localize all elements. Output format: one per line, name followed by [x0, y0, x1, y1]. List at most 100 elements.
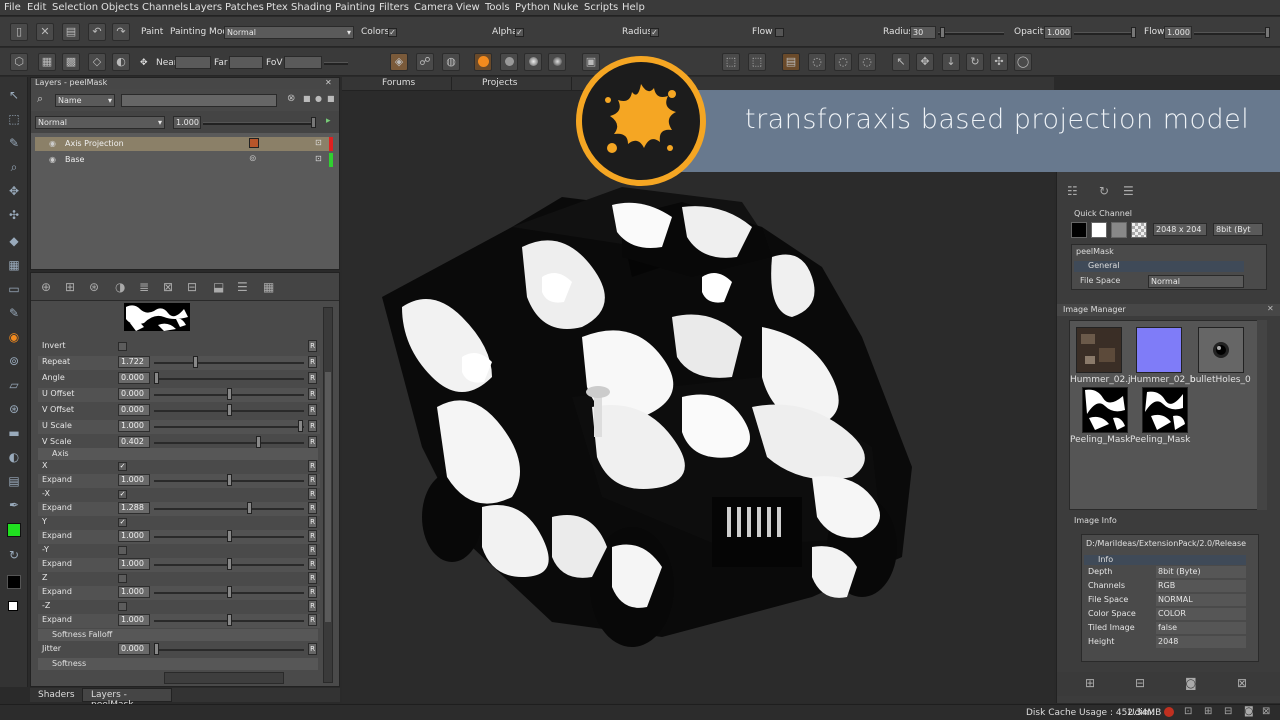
fov-field[interactable]	[284, 56, 322, 69]
status-icon[interactable]: ⊡	[1184, 706, 1192, 717]
property-slider-knob[interactable]	[246, 502, 252, 514]
property-slider-track[interactable]	[154, 362, 304, 364]
menu-item-filters[interactable]: Filters	[379, 2, 409, 13]
image-thumbnail[interactable]	[1136, 327, 1182, 373]
dodge-tool-icon[interactable]: ◐	[6, 449, 22, 465]
eye-icon[interactable]: ◉	[49, 139, 56, 148]
select-tool-icon[interactable]: ↖	[6, 87, 22, 103]
menu-item-ptex[interactable]: Ptex	[266, 2, 288, 13]
pointer-icon[interactable]: ↖	[892, 53, 910, 71]
axis-section-header[interactable]: Axis	[38, 448, 318, 460]
softness-falloff-section-header[interactable]: Softness Falloff	[38, 629, 318, 641]
tab-forums[interactable]: Forums	[342, 77, 452, 91]
smudge-tool-icon[interactable]: ⊛	[6, 401, 22, 417]
property-slider-knob[interactable]	[297, 420, 303, 432]
menu-item-camera[interactable]: Camera	[414, 2, 453, 13]
image-thumbnail[interactable]	[1082, 387, 1128, 433]
move-tool-icon[interactable]: ✥	[6, 183, 22, 199]
reset-button[interactable]: R	[308, 372, 317, 384]
radius-field[interactable]: 30	[910, 26, 936, 39]
tab-shaders[interactable]: Shaders	[38, 690, 75, 700]
opacity-slider-knob[interactable]	[1131, 27, 1136, 38]
property-checkbox[interactable]: ✓	[118, 518, 127, 527]
down-arrow-icon[interactable]: ↓	[942, 53, 960, 71]
select-patches-icon[interactable]: ⬚	[722, 53, 740, 71]
camera-icon[interactable]: ◐	[112, 53, 130, 71]
add-layer-icon[interactable]: ⊕	[41, 280, 51, 294]
select-faces-icon[interactable]: ⬚	[748, 53, 766, 71]
reset-button[interactable]: R	[308, 388, 317, 400]
redo-icon[interactable]: ↷	[112, 23, 130, 41]
grey-channel-swatch[interactable]	[1111, 222, 1127, 238]
property-slider-knob[interactable]	[193, 356, 199, 368]
property-checkbox[interactable]	[118, 574, 127, 583]
refresh-icon[interactable]: ↻	[1099, 184, 1109, 198]
shading-flat-icon[interactable]	[500, 53, 518, 71]
flow-slider[interactable]	[1194, 32, 1268, 35]
layer-row[interactable]: ◉ Axis Projection ⊡	[35, 137, 333, 151]
property-checkbox[interactable]	[118, 602, 127, 611]
channel-size-select[interactable]: 2048 x 204	[1153, 223, 1207, 236]
grid-tool-icon[interactable]: ▦	[6, 257, 22, 273]
property-checkbox[interactable]: ✓	[118, 462, 127, 471]
add-mask-icon[interactable]: ⊠	[163, 280, 173, 294]
new-icon[interactable]: ▯	[10, 23, 28, 41]
property-value-field[interactable]: 1.000	[118, 474, 150, 486]
paint-tool-icon[interactable]: ◉	[6, 329, 22, 345]
shading-lit-icon[interactable]	[524, 53, 542, 71]
image-thumbnail[interactable]	[1142, 387, 1188, 433]
background-color-swatch[interactable]	[7, 575, 21, 589]
reset-button[interactable]: R	[308, 356, 317, 368]
property-value-field[interactable]: 1.000	[118, 420, 150, 432]
show-icon[interactable]: ◌	[834, 53, 852, 71]
menu-item-objects[interactable]: Objects	[101, 2, 139, 13]
property-slider-knob[interactable]	[226, 614, 232, 626]
pin-tool-icon[interactable]: ✎	[6, 305, 22, 321]
reset-button[interactable]: R	[308, 474, 317, 486]
blur-tool-icon[interactable]: ▬	[6, 425, 22, 441]
flatten-icon[interactable]: ⬓	[213, 280, 224, 294]
hide-icon[interactable]: ◌	[808, 53, 826, 71]
menu-item-python[interactable]: Python	[515, 2, 550, 13]
scrollbar-thumb[interactable]	[325, 372, 331, 622]
colors-checkbox[interactable]: ✓	[388, 28, 397, 37]
property-value-field[interactable]: 0.402	[118, 436, 150, 448]
softness-section-header[interactable]: Softness	[38, 658, 318, 670]
white-channel-swatch[interactable]	[1091, 222, 1107, 238]
lock-icon[interactable]: ■	[327, 94, 335, 103]
layer-search-input[interactable]	[121, 94, 277, 107]
foreground-color-swatch[interactable]	[7, 523, 21, 537]
swap-colors-icon[interactable]: ↻	[6, 547, 22, 563]
far-field[interactable]	[229, 56, 263, 69]
apply-icon[interactable]: ▸	[326, 116, 331, 126]
lock-icon[interactable]: ⊡	[315, 138, 322, 147]
menu-item-file[interactable]: File	[4, 2, 21, 13]
reset-button[interactable]: R	[308, 544, 317, 556]
radius-slider[interactable]	[938, 32, 1004, 35]
zoom-tool-icon[interactable]: ⌕	[6, 159, 22, 175]
fill-tool-icon[interactable]: ◆	[6, 233, 22, 249]
property-value-field[interactable]: 1.000	[118, 614, 150, 626]
menu-item-painting[interactable]: Painting	[335, 2, 375, 13]
select-objects-icon[interactable]: ▤	[782, 53, 800, 71]
tab-projects[interactable]: Projects	[452, 77, 572, 91]
list-icon[interactable]: ☰	[237, 280, 248, 294]
reset-button[interactable]: R	[308, 558, 317, 570]
flow-checkbox[interactable]	[775, 28, 784, 37]
property-checkbox[interactable]	[118, 546, 127, 555]
reset-button[interactable]: R	[308, 460, 317, 472]
flag-icon[interactable]: ■	[303, 94, 311, 103]
shading-full-icon[interactable]	[548, 53, 566, 71]
property-value-field[interactable]: 1.288	[118, 502, 150, 514]
grid-icon[interactable]: ▦	[38, 53, 56, 71]
transform-icon[interactable]: ✣	[990, 53, 1008, 71]
property-value-field[interactable]: 0.000	[118, 404, 150, 416]
channel-settings-icon[interactable]: ☰	[1123, 184, 1134, 198]
painting-mode-select[interactable]: Normal ▾	[224, 26, 354, 39]
channel-depth-select[interactable]: 8bit (Byt	[1213, 223, 1263, 236]
close-icon[interactable]: ✕	[36, 23, 54, 41]
softness-curve-editor[interactable]	[164, 672, 284, 684]
property-value-field[interactable]: 1.722	[118, 356, 150, 368]
layer-opacity-field[interactable]: 1.000	[173, 116, 201, 129]
property-slider-track[interactable]	[154, 426, 304, 428]
